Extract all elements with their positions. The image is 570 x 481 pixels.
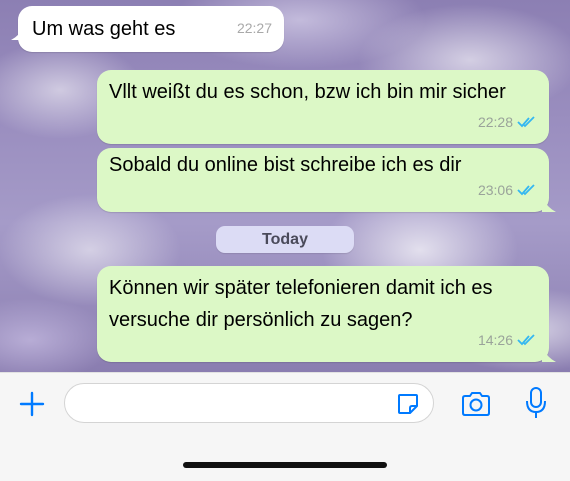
message-text: Vllt weißt du es schon, bzw ich bin mir … xyxy=(109,81,506,103)
microphone-icon[interactable] xyxy=(524,386,548,420)
bubble-tail xyxy=(542,348,556,362)
plus-icon[interactable] xyxy=(18,390,46,418)
message-text: Um was geht es xyxy=(32,18,176,40)
message-time: 23:06 xyxy=(477,182,513,198)
message-bubble-outgoing[interactable]: Können wir später telefonieren damit ich… xyxy=(97,266,556,362)
message-time: 22:28 xyxy=(477,114,513,130)
date-separator: Today xyxy=(216,226,354,253)
bubble-tail xyxy=(542,198,556,212)
sticker-icon[interactable] xyxy=(396,392,420,416)
message-bubble-outgoing[interactable]: Vllt weißt du es schon, bzw ich bin mir … xyxy=(97,70,549,144)
message-time: 22:27 xyxy=(236,20,272,36)
bubble-tail xyxy=(11,26,25,40)
home-indicator xyxy=(183,462,387,468)
message-bubble-incoming[interactable]: Um was geht es 22:27 xyxy=(11,6,284,52)
message-text: Können wir später telefonieren damit ich… xyxy=(109,277,493,331)
message-input[interactable] xyxy=(64,383,434,423)
read-ticks-icon xyxy=(517,116,535,128)
read-ticks-icon xyxy=(517,334,535,346)
camera-icon[interactable] xyxy=(460,390,492,418)
chat-background: Um was geht es 22:27 Vllt weißt du es sc… xyxy=(0,0,570,372)
read-ticks-icon xyxy=(517,184,535,196)
message-bubble-outgoing[interactable]: Sobald du online bist schreibe ich es di… xyxy=(97,148,556,212)
message-time: 14:26 xyxy=(477,332,513,348)
message-text: Sobald du online bist schreibe ich es di… xyxy=(109,154,462,176)
